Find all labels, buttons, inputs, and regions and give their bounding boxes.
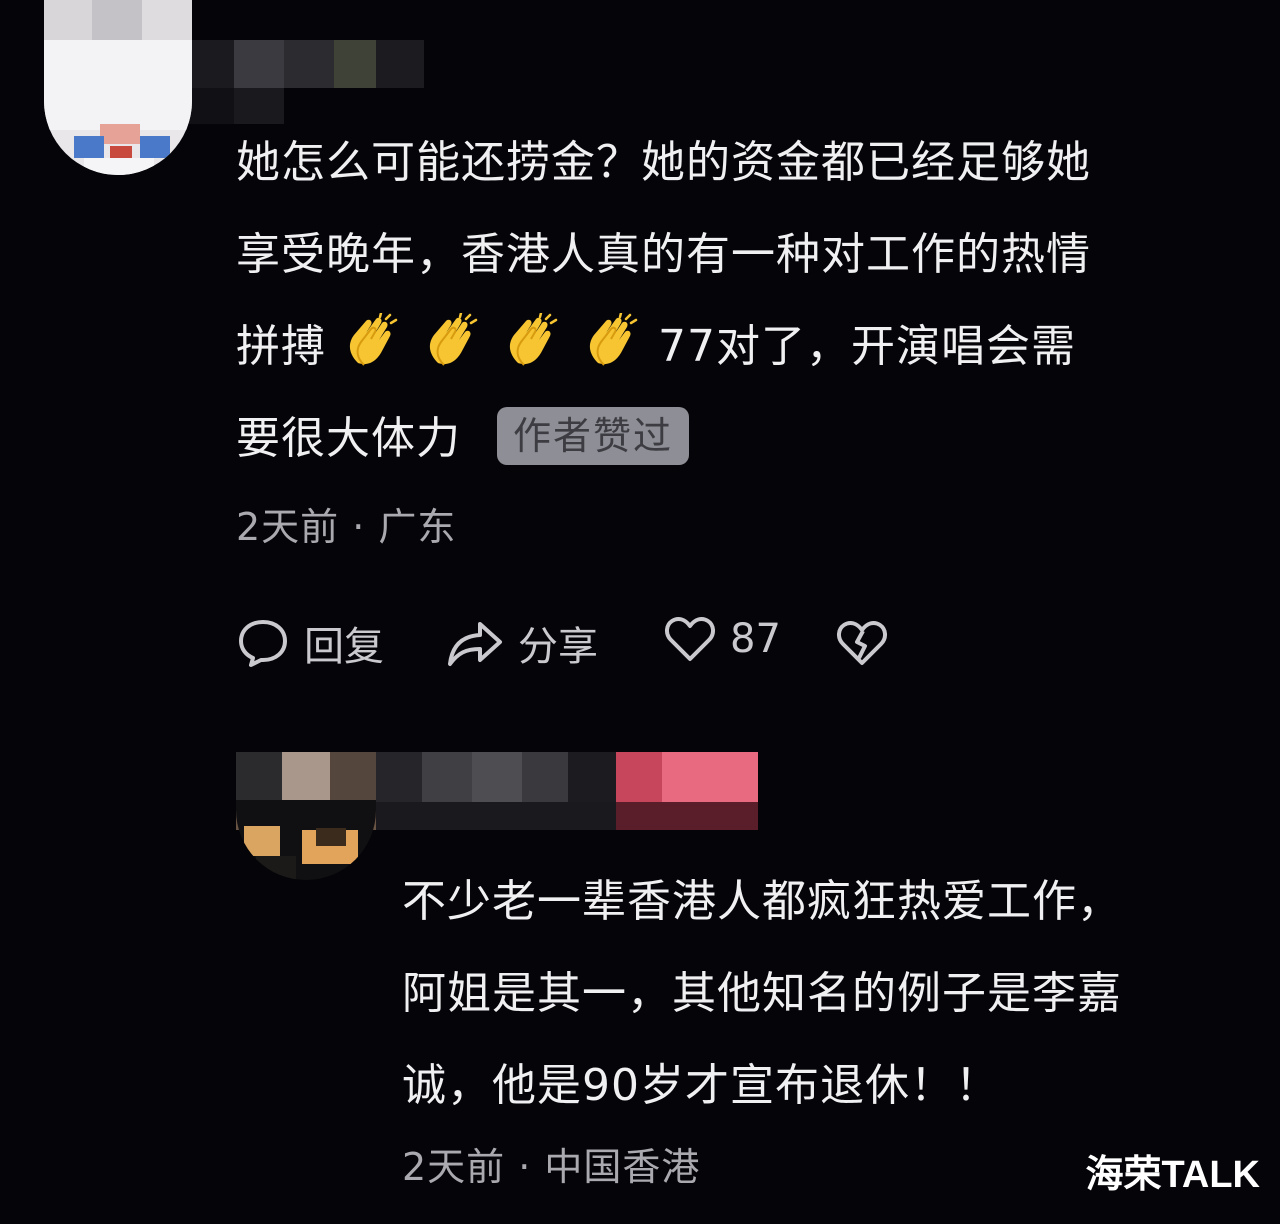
heart-outline-icon [664, 614, 716, 664]
comment-1-body: 她怎么可能还捞金？她的资金都已经足够她 享受晚年，香港人真的有一种对工作的热情 … [236, 117, 1091, 485]
reply-button[interactable]: 回复 [236, 614, 384, 672]
comment-1-line-4-text: 要很大体力 [236, 413, 461, 464]
comment-2-body: 不少老一辈香港人都疯狂热爱工作， 阿姐是其一，其他知名的例子是李嘉 诚，他是90… [402, 856, 1122, 1132]
like-count: 87 [730, 616, 781, 662]
clap-emoji-icon [344, 311, 402, 369]
comment-1-line-4: 要很大体力 作者赞过 [236, 393, 1091, 485]
dislike-button[interactable] [836, 618, 888, 668]
comment-2-line-2: 阿姐是其一，其他知名的例子是李嘉 [402, 968, 1122, 1019]
broken-heart-icon [836, 618, 888, 668]
comment-1-line-3-suffix: 77对了，开演唱会需 [658, 321, 1076, 372]
clap-emoji-icon [424, 311, 482, 369]
author-liked-badge: 作者赞过 [497, 407, 690, 465]
clap-emoji-icon [584, 311, 642, 369]
avatar-user-1[interactable] [44, 0, 192, 175]
comment-1-line-2: 享受晚年，香港人真的有一种对工作的热情 [236, 229, 1091, 280]
share-label: 分享 [518, 624, 598, 670]
watermark: 海荣TALK [1085, 1154, 1261, 1196]
comment-bubble-icon [236, 616, 290, 670]
avatar-user-2[interactable] [236, 800, 376, 880]
username-1-pixelated [184, 40, 424, 124]
comment-2-line-3: 诚，他是90岁才宣布退休！！ [402, 1060, 1000, 1111]
comment-2-meta: 2天前 · 中国香港 [402, 1145, 701, 1189]
clap-emoji-icon [504, 311, 562, 369]
comment-2-line-1: 不少老一辈香港人都疯狂热爱工作， [402, 876, 1122, 927]
reply-label: 回复 [304, 624, 384, 670]
share-button[interactable]: 分享 [446, 614, 598, 672]
comment-1-line-3: 拼搏 77对了，开演唱会需 [236, 301, 1091, 393]
comment-1-line-3-prefix: 拼搏 [236, 321, 326, 372]
share-arrow-icon [446, 616, 504, 670]
comment-1-line-1: 她怎么可能还捞金？她的资金都已经足够她 [236, 137, 1091, 188]
like-button[interactable]: 87 [664, 614, 781, 664]
comment-1-meta: 2天前 · 广东 [236, 505, 457, 549]
